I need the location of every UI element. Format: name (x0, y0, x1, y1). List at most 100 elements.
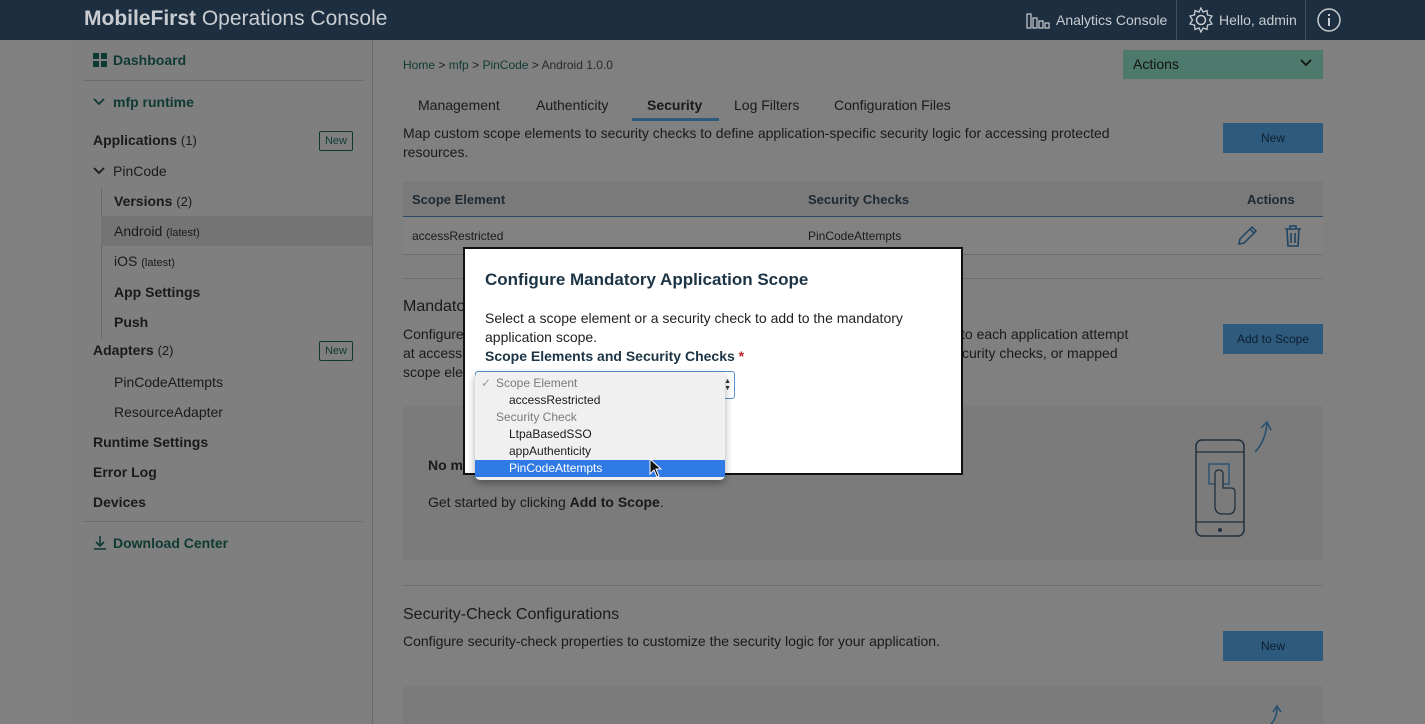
pencil-icon (1238, 225, 1258, 245)
scope-mapping-description: Map custom scope elements to security ch… (403, 125, 1110, 160)
new-application-button[interactable]: New (319, 131, 353, 151)
sidebar-item-label: Dashboard (113, 52, 187, 68)
sidebar: Dashboard mfp runtime Applications (1) N… (73, 40, 373, 724)
sidebar-item-runtime[interactable]: mfp runtime (93, 94, 194, 110)
phone-illustration-icon (1195, 420, 1272, 537)
versions-count: (2) (176, 194, 193, 209)
add-to-scope-button[interactable]: Add to Scope (1223, 324, 1323, 354)
empty-state-hint: Get started by clicking Add to Scope. (428, 493, 664, 512)
breadcrumb: Home > mfp > PinCode > Android 1.0.0 (403, 58, 613, 72)
select-arrows-icon: ▲ ▼ (724, 378, 731, 392)
breadcrumb-home[interactable]: Home (403, 58, 435, 72)
sidebar-item-devices[interactable]: Devices (93, 494, 146, 510)
sidebar-item-runtime-settings[interactable]: Runtime Settings (93, 434, 208, 450)
sidebar-item-label: Android (114, 223, 163, 239)
required-marker: * (738, 348, 745, 364)
tab-authenticity[interactable]: Authenticity (536, 97, 608, 113)
sidebar-item-label: iOS (114, 253, 138, 269)
dropdown-option-appauthenticity[interactable]: appAuthenticity (475, 443, 725, 460)
hint-bold: Add to Scope (569, 494, 660, 510)
security-check-config-title: Security-Check Configurations (403, 606, 620, 623)
sidebar-item-label: Adapters (93, 342, 154, 358)
delete-button[interactable] (1283, 217, 1303, 254)
latest-tag: (latest) (166, 227, 200, 239)
analytics-icon (1026, 13, 1050, 29)
table-header: Scope Element Security Checks Actions (403, 182, 1323, 217)
breadcrumb-separator: > (472, 58, 480, 72)
actions-label: Actions (1133, 56, 1179, 72)
sidebar-item-label: Versions (114, 193, 173, 209)
scope-select-dropdown: ✓ Scope Element accessRestricted Securit… (475, 372, 725, 480)
breadcrumb-separator: > (531, 58, 539, 72)
tab-security[interactable]: Security (647, 97, 702, 113)
sidebar-item-adapter-resourceadapter[interactable]: ResourceAdapter (114, 404, 223, 420)
sidebar-item-app-settings[interactable]: App Settings (114, 284, 200, 300)
new-adapter-button[interactable]: New (319, 341, 353, 361)
adapters-count: (2) (157, 343, 174, 358)
sidebar-item-applications[interactable]: Applications (1) (93, 132, 197, 148)
sidebar-item-error-log[interactable]: Error Log (93, 464, 157, 480)
hint-suffix: . (659, 494, 664, 510)
chevron-down-icon (1300, 59, 1312, 67)
tab-configuration-files[interactable]: Configuration Files (834, 97, 951, 113)
active-tab-indicator (632, 118, 719, 121)
mandatory-desc-line2-left: at access (403, 345, 463, 361)
sidebar-item-dashboard[interactable]: Dashboard (93, 52, 186, 68)
sidebar-item-ios[interactable]: iOS (latest) (114, 253, 175, 269)
tab-log-filters[interactable]: Log Filters (734, 97, 799, 113)
empty-state-title: No m (428, 457, 463, 473)
actions-dropdown[interactable]: Actions (1123, 50, 1323, 79)
mandatory-desc-line1-right: to each application attempt (961, 326, 1129, 342)
tab-management[interactable]: Management (418, 97, 500, 113)
sidebar-item-versions[interactable]: Versions (2) (114, 193, 192, 209)
app-title-rest: Operations Console (196, 7, 388, 30)
sidebar-item-pincode[interactable]: PinCode (93, 163, 167, 179)
group-label: Scope Element (496, 376, 578, 390)
scope-select-label: Scope Elements and Security Checks * (485, 348, 744, 364)
app-title-bold: MobileFirst (84, 7, 197, 30)
dialog-description: Select a scope element or a security che… (485, 310, 903, 345)
sidebar-item-download-center[interactable]: Download Center (93, 535, 228, 551)
edit-button[interactable] (1235, 217, 1259, 254)
latest-tag: (latest) (141, 257, 175, 269)
download-icon (94, 536, 106, 550)
mouse-cursor-icon (649, 458, 663, 478)
dropdown-option-pincodeattempts[interactable]: PinCodeAttempts (475, 460, 725, 477)
sidebar-item-label: Applications (93, 132, 178, 148)
info-icon (1317, 8, 1341, 32)
sidebar-item-adapters[interactable]: Adapters (2) (93, 342, 173, 358)
dropdown-option-accessrestricted[interactable]: accessRestricted (475, 392, 725, 409)
sidebar-item-push[interactable]: Push (114, 314, 148, 330)
top-bar: MobileFirst Operations Console Analytics… (0, 0, 1425, 40)
trash-icon (1285, 224, 1301, 247)
mandatory-desc-line2-right: curity checks, or mapped (962, 345, 1118, 361)
user-menu[interactable]: Hello, admin (1187, 0, 1297, 40)
app-title: MobileFirst Operations Console (84, 7, 387, 31)
mandatory-desc-line3-left: scope ele (403, 364, 463, 380)
sidebar-item-label: mfp runtime (113, 94, 194, 110)
dropdown-group-scope-element: ✓ Scope Element (475, 375, 725, 392)
user-greeting: Hello, admin (1219, 12, 1297, 28)
checkmark-icon: ✓ (481, 376, 492, 390)
breadcrumb-app[interactable]: PinCode (482, 58, 528, 72)
new-scope-mapping-button[interactable]: New (1223, 123, 1323, 153)
dropdown-option-ltpabasedsso[interactable]: LtpaBasedSSO (475, 426, 725, 443)
breadcrumb-current: Android 1.0.0 (541, 58, 613, 72)
scope-select-label-text: Scope Elements and Security Checks (485, 348, 735, 364)
applications-count: (1) (180, 133, 197, 148)
breadcrumb-separator: > (438, 58, 446, 72)
security-check-config-description: Configure security-check properties to c… (403, 633, 940, 649)
gear-icon (1188, 6, 1214, 34)
sidebar-item-adapter-pincodeattempts[interactable]: PinCodeAttempts (114, 374, 223, 390)
dashboard-icon (93, 53, 107, 67)
mandatory-scope-title: Mandato (403, 298, 466, 315)
sidebar-item-label: Download Center (113, 535, 229, 551)
breadcrumb-runtime[interactable]: mfp (449, 58, 469, 72)
new-security-check-config-button[interactable]: New (1223, 631, 1323, 661)
security-check-config-panel (403, 686, 1323, 724)
sidebar-item-android[interactable]: Android (latest) (114, 223, 200, 239)
analytics-console-link[interactable]: Analytics Console (1026, 0, 1167, 40)
info-button[interactable] (1316, 0, 1342, 40)
analytics-console-label: Analytics Console (1056, 12, 1168, 28)
column-header-actions: Actions (1247, 191, 1295, 207)
